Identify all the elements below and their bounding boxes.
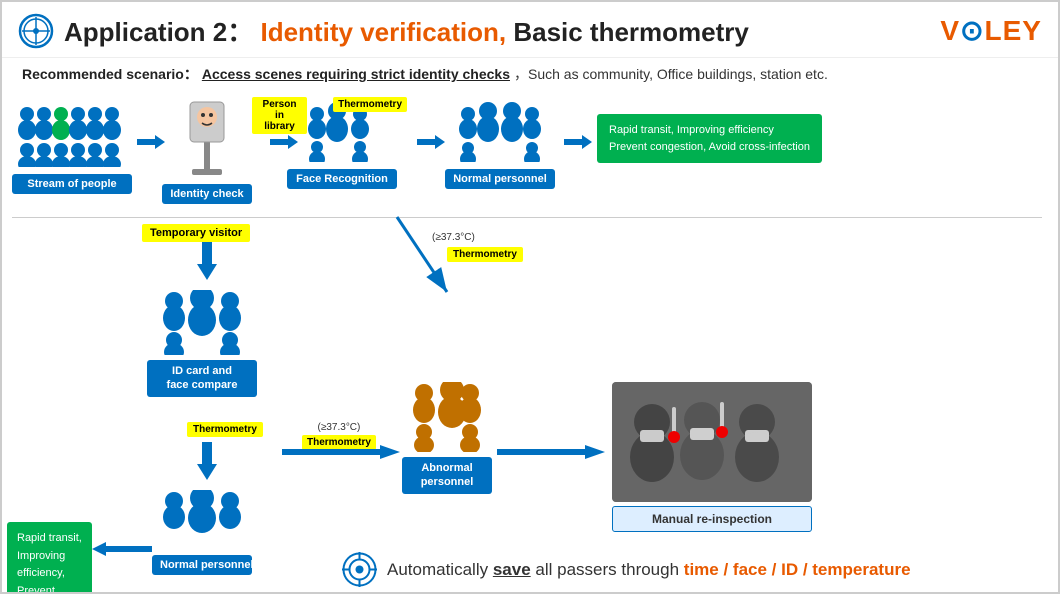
save-word: save [493,560,531,579]
face-recog-label: Face Recognition [287,169,397,189]
basic-thermo: Basic thermometry [513,17,749,47]
compass-icon [18,13,54,49]
result-line1: Rapid transit, Improving efficiency [609,122,810,139]
id-verify: Identity verification, [260,17,506,47]
arrow1 [137,132,167,157]
logo: V⊙LEY [940,14,1042,47]
diag-arrow-svg [387,212,457,302]
rapid-line3: Prevent congestion, [17,583,82,594]
id-card-people-svg [152,290,252,355]
thermometry-badge-3: Thermometry [187,422,263,437]
header-title: Application 2： Identity verification, Ba… [64,12,940,49]
rapid-line1: Rapid transit, [17,530,82,548]
down-arrow-2 [197,442,217,487]
horiz-arrow-manual [497,442,607,467]
left-arrow-bottom [92,539,152,564]
person-library-badge: Person in library [252,97,307,134]
scenario-prefix: Recommended scenario： [22,64,198,84]
scenario-rest: ，Such as community, Office buildings, st… [514,64,828,84]
stream-people-group: Stream of people [12,102,132,194]
normal-people-svg [450,102,550,162]
divider [12,217,1042,218]
temp-visitor-label: Temporary visitor [150,227,242,239]
highlight-values: time / face / ID / temperature [684,560,911,579]
normal-bottom-svg [152,490,252,550]
abnormal-group: Abnormal personnel [402,382,492,494]
stream-people-svg [12,102,132,167]
manual-photo [612,382,812,502]
id-card-label: ID card and face compare [147,360,257,397]
header: Application 2： Identity verification, Ba… [2,2,1058,58]
logo-dot: ⊙ [960,15,984,46]
rapid-line2: Improving efficiency, [17,548,82,583]
down-arrow-1 [197,242,217,287]
target-icon [342,552,377,587]
abnormal-label: Abnormal personnel [402,457,492,494]
diag-arrow-container [387,212,457,307]
manual-photo-svg [612,382,812,502]
id-card-group: ID card and face compare [152,290,257,397]
normal-personnel-label: Normal personnel [445,169,555,189]
temp-threshold2: (≥37.3°C) [302,422,376,433]
identity-check-label: Identity check [162,184,252,204]
abnormal-people-svg [402,382,492,452]
arrow4 [564,132,594,157]
thermometry-badge-1: Thermometry [333,97,407,112]
normal-personnel-bottom-group: Normal personnel [152,490,252,575]
top-result-box: Rapid transit, Improving efficiency Prev… [597,114,822,163]
auto-save-text: Automatically save all passers through t… [387,560,911,580]
thermometry3-label: Thermometry [193,424,257,435]
stream-label: Stream of people [12,174,132,194]
diagram: Stream of people Pe [2,92,1058,582]
page-wrapper: Application 2： Identity verification, Ba… [0,0,1060,594]
result-green-top: Rapid transit, Improving efficiency Prev… [597,114,822,163]
arrow2 [270,132,300,157]
result-line2: Prevent congestion, Avoid cross-infectio… [609,139,810,156]
auto-save-row: Automatically save all passers through t… [342,552,911,587]
temp-visitor-badge: Temporary visitor [142,224,250,242]
auto-save-middle2: all passers through [535,560,679,579]
thermometry2-label: Thermometry [453,249,517,260]
device-svg [172,97,242,177]
normal-personnel-group: Normal personnel [450,102,555,189]
face-recog-group: Thermometry Face Recognition [302,102,397,189]
bottom-left-green-box: Rapid transit, Improving efficiency, Pre… [7,522,92,594]
thermometry-badge-2: Thermometry [447,247,523,262]
arrow3 [417,132,447,157]
identity-check-group: Person in library Identity check [172,97,252,204]
scenario-bar: Recommended scenario： Access scenes requ… [2,58,1058,90]
app-num: Application 2： [64,17,253,47]
manual-box: Manual re-inspection [612,506,812,532]
auto-save-prefix: Automatically [387,560,488,579]
scenario-highlight: Access scenes requiring strict identity … [202,66,510,82]
auto-save-section: Automatically save all passers through t… [342,552,911,587]
manual-inspection-group: Manual re-inspection [612,382,812,532]
normal-personnel-bottom-label: Normal personnel [152,555,252,575]
horiz-arrow-abnormal [282,442,402,467]
